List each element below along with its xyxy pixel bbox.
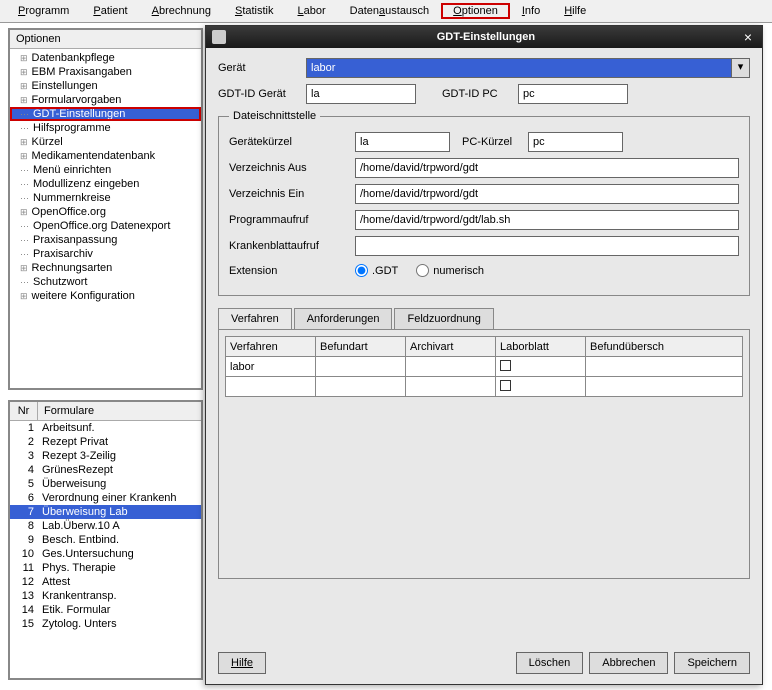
- list-item[interactable]: 5Überweisung: [10, 477, 201, 491]
- menubar: ProgrammPatientAbrechnungStatistikLaborD…: [0, 0, 772, 23]
- tree-item-medikamentendatenbank[interactable]: Medikamentendatenbank: [10, 149, 201, 163]
- tree-item-formularvorgaben[interactable]: Formularvorgaben: [10, 93, 201, 107]
- tree-item-men-einrichten[interactable]: Menü einrichten: [10, 163, 201, 177]
- gdtid-geraet-label: GDT-ID Gerät: [218, 88, 300, 100]
- save-button[interactable]: Speichern: [674, 652, 750, 674]
- dateischnittstelle-group: Dateischnittstelle Gerätekürzel PC-Kürze…: [218, 110, 750, 296]
- tree-item-k-rzel[interactable]: Kürzel: [10, 135, 201, 149]
- formulare-list: Nr Formulare 1Arbeitsunf.2Rezept Privat3…: [8, 400, 203, 680]
- tree-item-schutzwort[interactable]: Schutzwort: [10, 275, 201, 289]
- list-item[interactable]: 2Rezept Privat: [10, 435, 201, 449]
- cancel-button[interactable]: Abbrechen: [589, 652, 668, 674]
- table-row[interactable]: labor: [226, 357, 743, 377]
- gdtid-pc-label: GDT-ID PC: [442, 88, 512, 100]
- menu-abrechnung[interactable]: Abrechnung: [140, 3, 223, 19]
- list-item[interactable]: 9Besch. Entbind.: [10, 533, 201, 547]
- verzeichnis-aus-input[interactable]: [355, 158, 739, 178]
- pckuerzel-input[interactable]: [528, 132, 623, 152]
- tree-item-weitere-konfiguration[interactable]: weitere Konfiguration: [10, 289, 201, 303]
- extension-label: Extension: [229, 265, 349, 277]
- fs-legend: Dateischnittstelle: [229, 110, 320, 122]
- verfahren-grid[interactable]: Verfahren Befundart Archivart Laborblatt…: [225, 336, 743, 397]
- menu-optionen[interactable]: Optionen: [441, 3, 510, 19]
- list-item[interactable]: 10Ges.Untersuchung: [10, 547, 201, 561]
- gdtid-pc-input[interactable]: [518, 84, 628, 104]
- app-icon: [212, 30, 226, 44]
- tree-item-ebm-praxisangaben[interactable]: EBM Praxisangaben: [10, 65, 201, 79]
- list-item[interactable]: 12Attest: [10, 575, 201, 589]
- gdtid-geraet-input[interactable]: [306, 84, 416, 104]
- verzeichnis-ein-label: Verzeichnis Ein: [229, 188, 349, 200]
- krankenblattaufruf-label: Krankenblattaufruf: [229, 240, 349, 252]
- list-item[interactable]: 14Etik. Formular: [10, 603, 201, 617]
- dialog-title: GDT-Einstellungen: [232, 31, 740, 43]
- list-item[interactable]: 4GrünesRezept: [10, 463, 201, 477]
- col-befunduebersch[interactable]: Befundübersch: [586, 337, 743, 357]
- geraet-combo[interactable]: [306, 58, 732, 78]
- list-item[interactable]: 15Zytolog. Unters: [10, 617, 201, 631]
- krankenblattaufruf-input[interactable]: [355, 236, 739, 256]
- delete-button[interactable]: Löschen: [516, 652, 584, 674]
- menu-labor[interactable]: Labor: [286, 3, 338, 19]
- tree-item-praxisanpassung[interactable]: Praxisanpassung: [10, 233, 201, 247]
- menu-patient[interactable]: Patient: [81, 3, 139, 19]
- menu-statistik[interactable]: Statistik: [223, 3, 286, 19]
- extension-gdt-radio[interactable]: .GDT: [355, 264, 398, 277]
- verzeichnis-ein-input[interactable]: [355, 184, 739, 204]
- checkbox-icon[interactable]: [500, 380, 511, 391]
- tree-item-praxisarchiv[interactable]: Praxisarchiv: [10, 247, 201, 261]
- col-archivart[interactable]: Archivart: [406, 337, 496, 357]
- menu-hilfe[interactable]: Hilfe: [552, 3, 598, 19]
- list-item[interactable]: 3Rezept 3-Zeilig: [10, 449, 201, 463]
- list-item[interactable]: 11Phys. Therapie: [10, 561, 201, 575]
- tree-item-hilfsprogramme[interactable]: Hilfsprogramme: [10, 121, 201, 135]
- tree-item-openoffice-org[interactable]: OpenOffice.org: [10, 205, 201, 219]
- list-item[interactable]: 6Verordnung einer Krankenh: [10, 491, 201, 505]
- col-verfahren[interactable]: Verfahren: [226, 337, 316, 357]
- checkbox-icon[interactable]: [500, 360, 511, 371]
- tree-item-modullizenz-eingeben[interactable]: Modullizenz eingeben: [10, 177, 201, 191]
- geraet-label: Gerät: [218, 62, 300, 74]
- tree-item-gdt-einstellungen[interactable]: GDT-Einstellungen: [10, 107, 201, 121]
- extension-numerisch-radio[interactable]: numerisch: [416, 264, 484, 277]
- gdt-settings-dialog: GDT-Einstellungen × Gerät ▾ GDT-ID Gerät…: [205, 25, 763, 685]
- tree-header: Optionen: [10, 30, 201, 49]
- tab-anforderungen[interactable]: Anforderungen: [294, 308, 393, 329]
- list-item[interactable]: 7Überweisung Lab: [10, 505, 201, 519]
- geraetekuerzel-label: Gerätekürzel: [229, 136, 349, 148]
- menu-datenaustausch[interactable]: Datenaustausch: [338, 3, 442, 19]
- list-item[interactable]: 1Arbeitsunf.: [10, 421, 201, 435]
- help-button[interactable]: Hilfe: [218, 652, 266, 674]
- tree-item-openoffice-org-datenexport[interactable]: OpenOffice.org Datenexport: [10, 219, 201, 233]
- col-laborblatt[interactable]: Laborblatt: [496, 337, 586, 357]
- list-item[interactable]: 13Krankentransp.: [10, 589, 201, 603]
- menu-info[interactable]: Info: [510, 3, 552, 19]
- tree-item-einstellungen[interactable]: Einstellungen: [10, 79, 201, 93]
- title-bar: GDT-Einstellungen ×: [206, 26, 762, 48]
- forms-header-name[interactable]: Formulare: [38, 402, 201, 420]
- col-befundart[interactable]: Befundart: [316, 337, 406, 357]
- pckuerzel-label: PC-Kürzel: [462, 136, 522, 148]
- tree-item-rechnungsarten[interactable]: Rechnungsarten: [10, 261, 201, 275]
- programmaufruf-input[interactable]: [355, 210, 739, 230]
- list-item[interactable]: 8Lab.Überw.10 A: [10, 519, 201, 533]
- programmaufruf-label: Programmaufruf: [229, 214, 349, 226]
- verzeichnis-aus-label: Verzeichnis Aus: [229, 162, 349, 174]
- tab-verfahren[interactable]: Verfahren: [218, 308, 292, 329]
- forms-header-nr[interactable]: Nr: [10, 402, 38, 420]
- menu-programm[interactable]: Programm: [6, 3, 81, 19]
- tab-feldzuordnung[interactable]: Feldzuordnung: [394, 308, 493, 329]
- tree-item-nummernkreise[interactable]: Nummernkreise: [10, 191, 201, 205]
- options-tree: Optionen DatenbankpflegeEBM Praxisangabe…: [8, 28, 203, 390]
- geraetekuerzel-input[interactable]: [355, 132, 450, 152]
- close-icon[interactable]: ×: [740, 29, 756, 45]
- tree-item-datenbankpflege[interactable]: Datenbankpflege: [10, 51, 201, 65]
- chevron-down-icon[interactable]: ▾: [732, 58, 750, 78]
- table-row[interactable]: [226, 377, 743, 397]
